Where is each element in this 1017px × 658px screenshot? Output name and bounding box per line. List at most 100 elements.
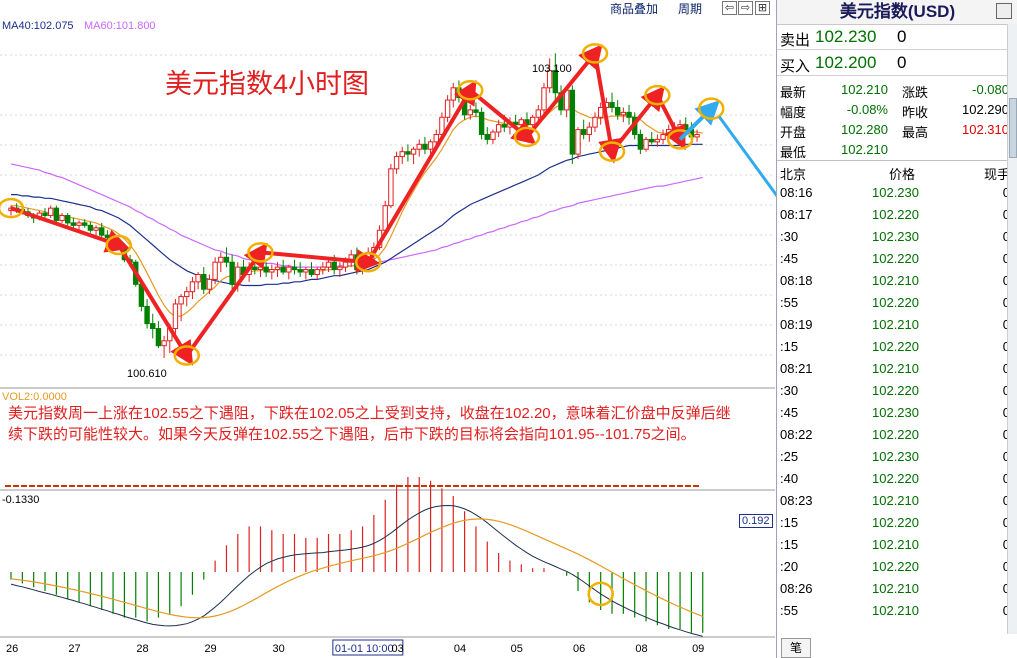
tick-row: :30102.2300 (777, 225, 1017, 247)
candle-body (59, 215, 65, 221)
tick-row: :30102.2200 (777, 379, 1017, 401)
candle-body (524, 119, 530, 126)
candle (649, 132, 655, 145)
stat-value: 102.280 (841, 122, 888, 137)
candle-body (263, 266, 269, 273)
tick-time: 08:23 (780, 493, 813, 508)
candle-body (252, 266, 258, 271)
candle (47, 205, 54, 218)
tick-price: 102.230 (872, 449, 919, 464)
candle-body (53, 207, 60, 221)
tick-time: :45 (780, 251, 799, 266)
candle-body (518, 119, 524, 126)
candle-body (683, 124, 689, 131)
candle (257, 262, 264, 277)
candle (87, 221, 94, 233)
candle-body (206, 278, 213, 290)
candle-body (450, 87, 456, 101)
candle (218, 252, 224, 273)
candle (269, 264, 275, 280)
period-link[interactable]: 周期 (678, 0, 702, 17)
candle-body (155, 328, 162, 347)
candle (320, 262, 326, 275)
tick-row: :55102.2200 (777, 291, 1017, 313)
candle-body (382, 205, 388, 231)
candle (308, 262, 315, 277)
candle (195, 272, 201, 290)
tick-time: 08:22 (780, 427, 813, 442)
candle-body (342, 261, 349, 268)
tick-table-header: 北京 价格 现手 (777, 160, 1017, 182)
tick-time: 08:21 (780, 361, 813, 376)
candle-body (592, 116, 598, 128)
projection-arrow-down (718, 115, 776, 198)
candle-body (331, 261, 337, 271)
candle-body (427, 141, 434, 150)
stat-row: 最低 102.210 (777, 139, 1017, 160)
candle-body (297, 269, 303, 273)
tick-price: 102.220 (872, 339, 919, 354)
tick-time: :25 (780, 449, 799, 464)
candle-body (144, 305, 150, 325)
candle-body (393, 156, 400, 170)
candle-body (609, 102, 615, 108)
candle-body (478, 111, 485, 135)
sell-price: 102.230 (815, 27, 877, 46)
prev-icon[interactable]: ⇦ (722, 1, 737, 15)
candle-body (286, 266, 292, 273)
candle (473, 102, 479, 118)
next-icon[interactable]: ⇨ (738, 1, 753, 15)
candle (541, 82, 547, 115)
stat-value: 102.290 (962, 102, 1009, 117)
tick-scrollbar[interactable] (1007, 24, 1017, 634)
tick-time: :40 (780, 471, 799, 486)
analysis-text: 美元指数周一上涨在102.55之下遇阻，下跌在102.05之上受到支持，收盘在1… (8, 405, 731, 443)
candle (422, 136, 428, 155)
x-tick-label: 09 (692, 643, 704, 655)
bottom-tab[interactable]: 笔 (781, 638, 811, 658)
candle (614, 100, 621, 120)
candle-body (614, 106, 621, 116)
candle-body (87, 224, 94, 231)
candle (609, 92, 615, 113)
candle (393, 151, 400, 174)
tick-time: :55 (780, 295, 799, 310)
tick-row: :40102.2200 (777, 467, 1017, 489)
tick-price: 102.220 (872, 295, 919, 310)
candle-body (308, 269, 315, 275)
overlay-link[interactable]: 商品叠加 (610, 0, 658, 17)
stat-row: 幅度 -0.08% 昨收 102.290 (777, 99, 1017, 120)
candle (201, 267, 207, 295)
x-tick-label: 08 (635, 643, 647, 655)
tick-price: 102.230 (872, 405, 919, 420)
candle-body (495, 124, 502, 133)
high-label: 103.100 (532, 63, 572, 75)
stat-row: 开盘 102.280 最高 102.310 (777, 119, 1017, 140)
candle (569, 85, 576, 164)
x-tick-label: 05 (511, 643, 523, 655)
candle-body (269, 269, 275, 273)
tick-price: 102.210 (872, 273, 919, 288)
scroll-thumb[interactable] (1009, 98, 1017, 158)
candle-body (161, 340, 167, 347)
tick-price: 102.220 (872, 427, 919, 442)
tick-time: :15 (780, 339, 799, 354)
candle-body (541, 87, 547, 111)
menu-icon[interactable] (996, 3, 1012, 19)
buy-label: 买入 (780, 58, 811, 75)
candle (280, 259, 286, 275)
candle (303, 267, 309, 280)
candle-body (410, 148, 417, 155)
stat-value: 102.210 (841, 142, 888, 157)
tick-time: 08:17 (780, 207, 813, 222)
tick-price: 102.210 (872, 537, 919, 552)
candle-body (314, 269, 320, 275)
candle-body (320, 266, 326, 271)
candle (172, 299, 179, 336)
x-tick-label: 28 (136, 643, 148, 655)
zoom-icon[interactable]: ⊞ (755, 1, 770, 15)
candle-body (535, 109, 542, 118)
candle-body (47, 207, 54, 217)
candle (444, 95, 451, 123)
stat-value: -0.08% (846, 102, 888, 117)
